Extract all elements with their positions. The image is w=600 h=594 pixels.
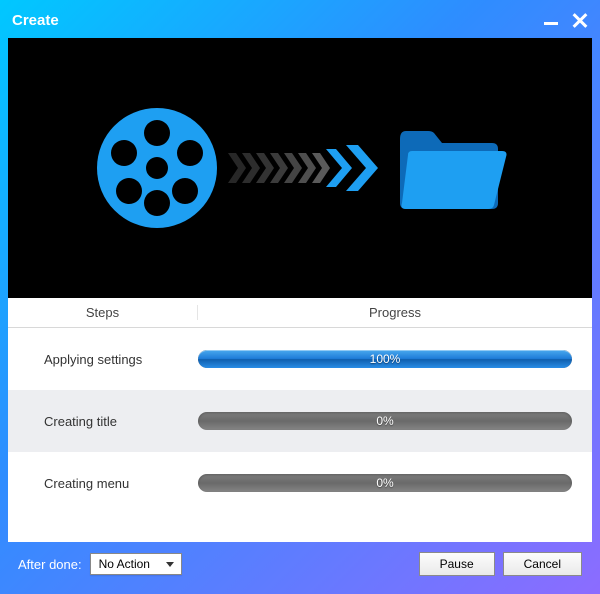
progress-bar: 100% bbox=[198, 350, 572, 368]
progress-bar-text: 0% bbox=[198, 474, 572, 492]
after-done-value: No Action bbox=[99, 557, 150, 571]
progress-bar-text: 100% bbox=[198, 350, 572, 368]
content-area: Steps Progress Applying settings 100% Cr… bbox=[8, 38, 592, 542]
progress-row: Creating title 0% bbox=[8, 390, 592, 452]
cancel-button[interactable]: Cancel bbox=[503, 552, 582, 576]
after-done-select[interactable]: No Action bbox=[90, 553, 182, 575]
column-header-progress: Progress bbox=[198, 305, 592, 320]
window-controls bbox=[544, 12, 588, 28]
arrow-chevrons-icon bbox=[228, 143, 388, 193]
column-header-steps: Steps bbox=[8, 305, 198, 320]
step-label: Applying settings bbox=[8, 352, 198, 367]
table-header: Steps Progress bbox=[8, 298, 592, 328]
step-label: Creating title bbox=[8, 414, 198, 429]
progress-rows: Applying settings 100% Creating title 0%… bbox=[8, 328, 592, 542]
progress-row: Applying settings 100% bbox=[8, 328, 592, 390]
footer: After done: No Action Pause Cancel bbox=[8, 542, 592, 586]
close-icon[interactable] bbox=[572, 12, 588, 28]
window-title: Create bbox=[12, 12, 59, 29]
progress-bar: 0% bbox=[198, 474, 572, 492]
folder-icon bbox=[394, 121, 509, 216]
step-label: Creating menu bbox=[8, 476, 198, 491]
after-done-label: After done: bbox=[18, 557, 82, 572]
minimize-icon[interactable] bbox=[544, 13, 558, 27]
graphic-area bbox=[8, 38, 592, 298]
titlebar: Create bbox=[8, 8, 592, 32]
progress-bar-text: 0% bbox=[198, 412, 572, 430]
create-window: Create bbox=[0, 0, 600, 594]
progress-bar: 0% bbox=[198, 412, 572, 430]
progress-row: Creating menu 0% bbox=[8, 452, 592, 514]
pause-button[interactable]: Pause bbox=[419, 552, 495, 576]
film-reel-icon bbox=[92, 103, 222, 233]
